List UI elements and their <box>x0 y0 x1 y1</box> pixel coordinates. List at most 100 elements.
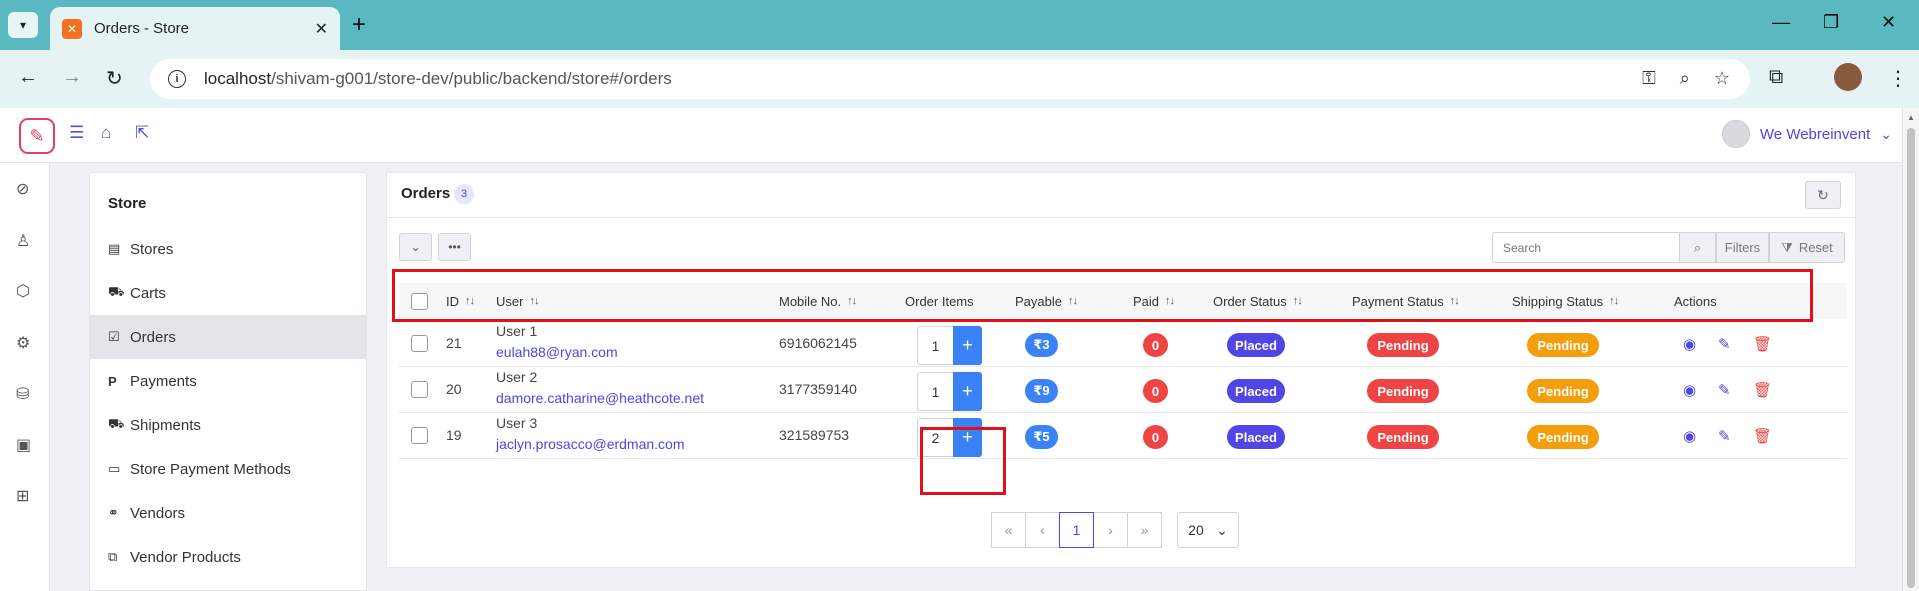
sort-icon[interactable]: ↑↓ <box>529 295 539 307</box>
external-link-icon[interactable]: ⇱ <box>135 123 149 143</box>
edit-icon[interactable]: ✎ <box>1718 427 1731 445</box>
forward-icon[interactable]: → <box>62 66 82 89</box>
sort-icon[interactable]: ↑↓ <box>465 295 475 307</box>
order-items-count[interactable]: 1 <box>917 326 953 365</box>
per-page-select[interactable]: 20 ⌄ <box>1177 512 1239 548</box>
first-page-button[interactable]: « <box>991 512 1026 548</box>
menu-item-vendors[interactable]: ⚭ Vendors <box>90 491 366 535</box>
back-icon[interactable]: ← <box>18 66 38 89</box>
search-input[interactable] <box>1492 232 1679 263</box>
grid-icon[interactable]: ⊞ <box>16 486 29 506</box>
column-header-payable[interactable]: Payable ↑↓ <box>1015 283 1078 319</box>
menu-item-payments[interactable]: P Payments <box>90 359 366 403</box>
view-icon[interactable]: ◉ <box>1683 427 1696 445</box>
images-icon[interactable]: ▣ <box>16 435 31 455</box>
sort-icon[interactable]: ↑↓ <box>1068 295 1078 307</box>
compass-icon[interactable]: ⊘ <box>16 179 29 199</box>
next-page-button[interactable]: › <box>1093 512 1128 548</box>
scroll-up-arrow-icon[interactable]: ▲ <box>1907 113 1915 122</box>
add-order-item-button[interactable]: + <box>953 326 982 365</box>
view-icon[interactable]: ◉ <box>1683 335 1696 353</box>
box-icon[interactable]: ⬡ <box>16 281 30 301</box>
menu-item-vendor-products[interactable]: ⧉ Vendor Products <box>90 535 366 579</box>
last-page-button[interactable]: » <box>1127 512 1162 548</box>
tab-close-icon[interactable]: ✕ <box>315 19 328 39</box>
row-checkbox-cell[interactable] <box>411 381 428 398</box>
row-checkbox[interactable] <box>411 335 428 352</box>
settings-icon[interactable]: ⚙ <box>16 333 30 353</box>
sort-icon[interactable]: ↑↓ <box>847 295 857 307</box>
row-checkbox-cell[interactable] <box>411 335 428 352</box>
edit-icon[interactable]: ✎ <box>1718 335 1731 353</box>
delete-icon[interactable]: 🗑 <box>1753 381 1772 399</box>
row-checkbox[interactable] <box>411 381 428 398</box>
column-header-shipping-status[interactable]: Shipping Status ↑↓ <box>1512 283 1619 319</box>
window-close-icon[interactable]: ✕ <box>1881 12 1896 33</box>
reset-button[interactable]: ⧩ Reset <box>1769 232 1845 263</box>
filters-button[interactable]: Filters <box>1716 232 1769 263</box>
user-email-link[interactable]: jaclyn.prosacco@erdman.com <box>496 436 685 452</box>
table-row[interactable]: 19 User 3 jaclyn.prosacco@erdman.com 321… <box>399 413 1847 459</box>
menu-item-stores[interactable]: ▤ Stores <box>90 227 366 271</box>
select-all-checkbox-cell[interactable] <box>411 283 428 319</box>
table-row[interactable]: 20 User 2 damore.catharine@heathcote.net… <box>399 367 1847 413</box>
sort-icon[interactable]: ↑↓ <box>1165 295 1175 307</box>
prev-page-button[interactable]: ‹ <box>1025 512 1060 548</box>
home-icon[interactable]: ⌂ <box>101 123 111 143</box>
search-button[interactable]: ⌕ <box>1679 232 1716 263</box>
more-options-button[interactable]: ••• <box>438 233 471 261</box>
browser-menu-icon[interactable]: ⋮ <box>1888 66 1908 91</box>
key-icon[interactable]: ⚿ <box>1642 68 1656 89</box>
user-icon[interactable]: ♙ <box>16 231 30 251</box>
view-icon[interactable]: ◉ <box>1683 381 1696 399</box>
column-header-id[interactable]: ID ↑↓ <box>446 283 475 319</box>
menu-item-carts[interactable]: ⛟ Carts <box>90 271 366 315</box>
site-info-icon[interactable]: i <box>168 70 186 88</box>
order-items-count[interactable]: 2 <box>917 418 953 457</box>
order-items-count[interactable]: 1 <box>917 372 953 411</box>
select-all-checkbox[interactable] <box>411 292 428 310</box>
table-row[interactable]: 21 User 1 eulah88@ryan.com 6916062145 1 … <box>399 321 1847 367</box>
reload-icon[interactable]: ↻ <box>106 66 123 91</box>
address-bar[interactable]: i localhost/shivam-g001/store-dev/public… <box>150 59 1750 99</box>
sort-icon[interactable]: ↑↓ <box>1450 295 1460 307</box>
column-header-user[interactable]: User ↑↓ <box>496 283 539 319</box>
minimize-icon[interactable]: — <box>1772 12 1790 33</box>
user-email-link[interactable]: eulah88@ryan.com <box>496 344 618 360</box>
restore-icon[interactable]: ❐ <box>1823 12 1839 33</box>
column-header-mobile[interactable]: Mobile No. ↑↓ <box>779 283 857 319</box>
row-checkbox-cell[interactable] <box>411 427 428 444</box>
refresh-button[interactable]: ↻ <box>1805 181 1841 209</box>
menu-toggle-icon[interactable]: ☰ <box>69 123 84 143</box>
column-header-paid[interactable]: Paid ↑↓ <box>1133 283 1175 319</box>
user-menu[interactable]: We Webreinvent ⌄ <box>1721 120 1892 148</box>
edit-icon[interactable]: ✎ <box>1718 381 1731 399</box>
zoom-icon[interactable]: ⌕ <box>1680 68 1690 89</box>
column-header-payment-status[interactable]: Payment Status ↑↓ <box>1352 283 1460 319</box>
add-order-item-button[interactable]: + <box>953 418 982 457</box>
page-button-current[interactable]: 1 <box>1059 512 1094 548</box>
new-tab-icon[interactable]: + <box>352 11 366 39</box>
menu-item-shipments[interactable]: ⛟ Shipments <box>90 403 366 447</box>
chevron-right-icon: › <box>1108 522 1113 538</box>
add-order-item-button[interactable]: + <box>953 372 982 411</box>
row-checkbox[interactable] <box>411 427 428 444</box>
database-icon[interactable]: ⛁ <box>16 384 29 404</box>
browser-tab[interactable]: ✕ Orders - Store ✕ <box>50 7 340 50</box>
scroll-thumb[interactable] <box>1907 128 1915 588</box>
sort-icon[interactable]: ↑↓ <box>1609 295 1619 307</box>
star-icon[interactable]: ☆ <box>1714 68 1730 89</box>
profile-avatar[interactable] <box>1834 63 1862 91</box>
app-logo-icon[interactable]: ✎ <box>19 118 55 154</box>
menu-item-store-payment-methods[interactable]: ▭ Store Payment Methods <box>90 447 366 491</box>
bulk-actions-dropdown[interactable]: ⌄ <box>399 233 432 261</box>
user-email-link[interactable]: damore.catharine@heathcote.net <box>496 390 704 406</box>
page-scrollbar[interactable]: ▲ <box>1902 108 1919 591</box>
column-header-order-status[interactable]: Order Status ↑↓ <box>1213 283 1303 319</box>
delete-icon[interactable]: 🗑 <box>1753 335 1772 353</box>
extensions-icon[interactable]: ⧉ <box>1769 66 1783 89</box>
tab-search-button[interactable]: ▾ <box>8 12 38 38</box>
menu-item-orders[interactable]: ☑ Orders <box>90 315 366 359</box>
delete-icon[interactable]: 🗑 <box>1753 427 1772 445</box>
sort-icon[interactable]: ↑↓ <box>1293 295 1303 307</box>
